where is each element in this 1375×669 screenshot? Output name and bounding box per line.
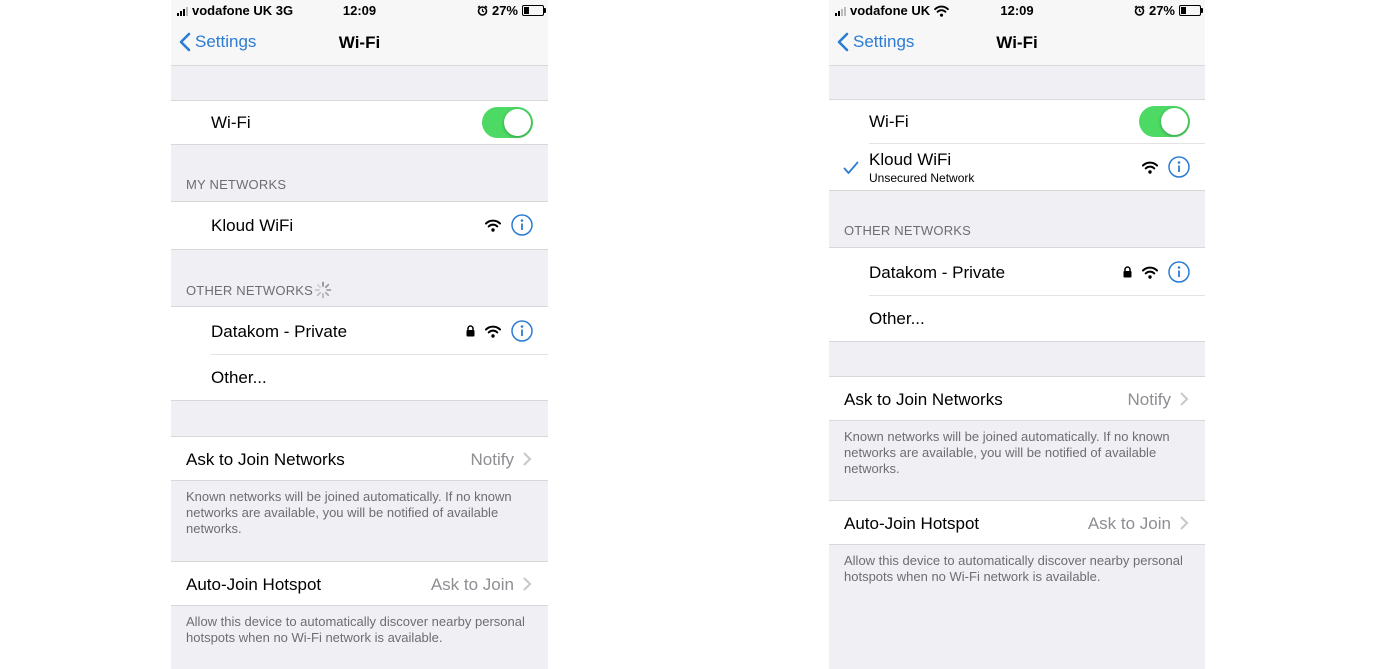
other-networks-group: Datakom - Private Other... xyxy=(829,247,1205,342)
wifi-label: Wi-Fi xyxy=(211,113,251,132)
network-name: Kloud WiFi xyxy=(869,150,952,169)
page-title: Wi-Fi xyxy=(338,33,381,52)
auto-join-footnote: Allow this device to automatically disco… xyxy=(186,614,525,645)
navigation-bar: Settings Wi-Fi xyxy=(829,22,1205,66)
status-bar: vodafone UK 12:09 27% xyxy=(829,0,1205,22)
auto-join-value: Ask to Join xyxy=(1087,514,1171,533)
wifi-toggle[interactable] xyxy=(482,107,533,138)
chevron-right-icon xyxy=(523,577,532,591)
auto-join-label: Auto-Join Hotspot xyxy=(186,575,322,594)
ask-join-label: Ask to Join Networks xyxy=(844,390,1003,409)
other-networks-group: Datakom - Private Other... xyxy=(171,306,548,401)
other-networks-header: OTHER NETWORKS xyxy=(844,223,972,238)
checkmark-icon xyxy=(843,161,859,174)
other-label: Other... xyxy=(211,368,267,387)
auto-join-footnote: Allow this device to automatically disco… xyxy=(844,553,1183,584)
auto-join-row[interactable]: Auto-Join Hotspot Ask to Join xyxy=(829,501,1205,544)
network-name: Datakom - Private xyxy=(869,263,1006,282)
wifi-toggle-row: Wi-Fi xyxy=(171,101,548,144)
battery-icon xyxy=(1179,5,1203,16)
connected-network-row[interactable]: Kloud WiFi Unsecured Network xyxy=(829,144,1205,190)
page-title: Wi-Fi xyxy=(996,33,1038,52)
other-label: Other... xyxy=(869,309,925,328)
network-row-datakom[interactable]: Datakom - Private xyxy=(829,248,1205,296)
auto-join-label: Auto-Join Hotspot xyxy=(844,514,980,533)
battery-percent: 27% xyxy=(491,3,518,18)
info-icon[interactable] xyxy=(511,320,533,342)
network-row-datakom[interactable]: Datakom - Private xyxy=(171,307,548,355)
ask-join-group: Ask to Join Networks Notify xyxy=(171,436,548,481)
chevron-right-icon xyxy=(1180,392,1189,406)
wifi-label: Wi-Fi xyxy=(869,112,909,131)
ask-join-label: Ask to Join Networks xyxy=(186,450,345,469)
ask-join-group: Ask to Join Networks Notify xyxy=(829,376,1205,421)
battery-icon xyxy=(522,5,546,16)
other-networks-header: OTHER NETWORKS xyxy=(186,283,314,298)
wifi-icon xyxy=(1142,161,1158,174)
alarm-icon xyxy=(477,5,488,16)
wifi-toggle-group: Wi-Fi Kloud WiFi Unsecured Network xyxy=(829,99,1205,191)
other-network-row[interactable]: Other... xyxy=(829,296,1205,341)
wifi-toggle-group: Wi-Fi xyxy=(171,100,548,145)
ask-join-footnote: Known networks will be joined automatica… xyxy=(844,429,1170,476)
auto-join-group: Auto-Join Hotspot Ask to Join xyxy=(171,561,548,606)
ask-join-value: Notify xyxy=(470,450,514,469)
info-icon[interactable] xyxy=(511,214,533,236)
battery-percent: 27% xyxy=(1148,3,1175,18)
ask-join-row[interactable]: Ask to Join Networks Notify xyxy=(171,437,548,480)
lock-icon xyxy=(466,325,475,337)
auto-join-row[interactable]: Auto-Join Hotspot Ask to Join xyxy=(171,562,548,605)
info-icon[interactable] xyxy=(1168,156,1190,178)
ask-join-row[interactable]: Ask to Join Networks Notify xyxy=(829,377,1205,420)
phone-screen-left: vodafone UK 3G 12:09 27% Settings Wi-Fi … xyxy=(171,0,548,669)
ask-join-value: Notify xyxy=(1127,390,1171,409)
network-name: Datakom - Private xyxy=(211,322,348,341)
status-bar: vodafone UK 3G 12:09 27% xyxy=(171,0,548,22)
auto-join-group: Auto-Join Hotspot Ask to Join xyxy=(829,500,1205,545)
network-row-kloud[interactable]: Kloud WiFi xyxy=(171,202,548,249)
wifi-toggle-row: Wi-Fi xyxy=(829,100,1205,144)
navigation-bar: Settings Wi-Fi xyxy=(171,22,548,66)
wifi-icon xyxy=(485,219,501,232)
my-networks-header: MY NETWORKS xyxy=(186,177,287,192)
lock-icon xyxy=(1123,266,1132,278)
network-name: Kloud WiFi xyxy=(211,216,294,235)
alarm-icon xyxy=(1134,5,1145,16)
phone-screen-right: vodafone UK 12:09 27% Settings Wi-Fi Wi-… xyxy=(829,0,1205,669)
chevron-right-icon xyxy=(523,452,532,466)
info-icon[interactable] xyxy=(1168,261,1190,283)
my-networks-group: Kloud WiFi xyxy=(171,201,548,250)
wifi-icon xyxy=(1142,266,1158,279)
spinner-icon xyxy=(314,281,332,299)
ask-join-footnote: Known networks will be joined automatica… xyxy=(186,489,512,536)
network-subtitle: Unsecured Network xyxy=(869,171,975,185)
wifi-icon xyxy=(485,325,501,338)
wifi-toggle[interactable] xyxy=(1139,106,1190,137)
other-network-row[interactable]: Other... xyxy=(171,355,548,400)
auto-join-value: Ask to Join xyxy=(430,575,514,594)
chevron-right-icon xyxy=(1180,516,1189,530)
